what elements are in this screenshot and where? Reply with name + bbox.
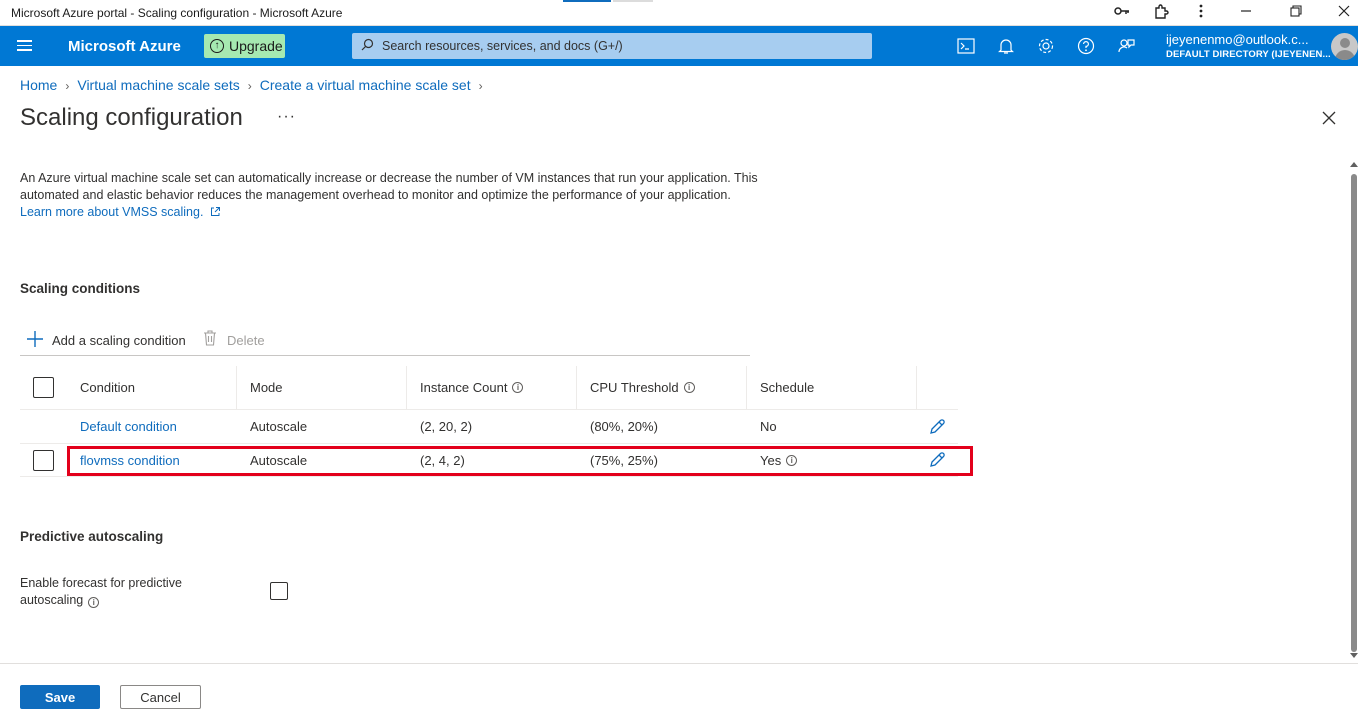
- row-checkbox[interactable]: [33, 449, 54, 471]
- description-body: An Azure virtual machine scale set can a…: [20, 171, 758, 202]
- add-scaling-condition-label: Add a scaling condition: [52, 333, 186, 348]
- delete-label: Delete: [227, 333, 265, 348]
- trash-icon: [204, 330, 216, 346]
- tab-indicator-secondary: [613, 0, 653, 2]
- save-button[interactable]: Save: [20, 685, 100, 709]
- column-header-schedule[interactable]: Schedule: [747, 366, 917, 409]
- search-input[interactable]: [382, 37, 852, 55]
- hamburger-menu-icon[interactable]: [17, 40, 32, 52]
- row-select-cell: [20, 444, 67, 476]
- user-directory: DEFAULT DIRECTORY (IJEYENEN...: [1166, 49, 1331, 60]
- schedule-cell: No: [760, 419, 777, 434]
- chevron-right-icon: ›: [65, 79, 70, 93]
- predictive-autoscaling-title: Predictive autoscaling: [20, 529, 164, 544]
- info-icon[interactable]: i: [512, 382, 524, 393]
- restore-icon[interactable]: [1286, 4, 1306, 22]
- description-text: An Azure virtual machine scale set can a…: [20, 170, 760, 221]
- highlight-box: [67, 446, 973, 476]
- vertical-scrollbar[interactable]: [1348, 160, 1358, 662]
- mode-cell: Autoscale: [250, 419, 308, 434]
- upgrade-label: Upgrade: [229, 38, 283, 54]
- forecast-checkbox[interactable]: [270, 582, 288, 600]
- chevron-right-icon: ›: [247, 79, 252, 93]
- instance-count-cell: (2, 20, 2): [420, 419, 473, 434]
- cancel-button[interactable]: Cancel: [120, 685, 201, 709]
- breadcrumb-create-vmss[interactable]: Create a virtual machine scale set: [260, 77, 471, 93]
- notifications-icon[interactable]: [996, 36, 1016, 56]
- cpu-threshold-cell: (80%, 20%): [590, 419, 658, 434]
- close-window-icon[interactable]: [1334, 4, 1354, 22]
- column-header-condition[interactable]: Condition: [67, 366, 237, 409]
- column-header-instance-count[interactable]: Instance Count i: [407, 366, 577, 409]
- close-blade-icon[interactable]: [1320, 109, 1338, 127]
- more-actions-button[interactable]: ···: [277, 108, 296, 126]
- arrow-up-icon: ↑: [210, 39, 224, 53]
- info-icon[interactable]: i: [88, 597, 100, 608]
- column-header-actions: [917, 366, 958, 409]
- column-header-mode[interactable]: Mode: [237, 366, 407, 409]
- breadcrumb-vmss[interactable]: Virtual machine scale sets: [77, 77, 239, 93]
- azure-top-bar: Microsoft Azure ↑ Upgrade ijeyenenmo@out…: [0, 26, 1358, 66]
- avatar[interactable]: [1331, 33, 1358, 60]
- window-title: Microsoft Azure portal - Scaling configu…: [11, 6, 343, 20]
- breadcrumb-home[interactable]: Home: [20, 77, 57, 93]
- table-row: Default condition Autoscale (2, 20, 2) (…: [20, 410, 958, 444]
- user-email: ijeyenenmo@outlook.c...: [1166, 32, 1309, 47]
- breadcrumb: Home › Virtual machine scale sets › Create a…: [20, 77, 491, 93]
- scrollbar-thumb[interactable]: [1351, 174, 1357, 652]
- plus-icon: [27, 331, 43, 347]
- select-all-cell: [20, 366, 67, 409]
- scroll-up-icon[interactable]: [1350, 162, 1358, 167]
- scroll-down-icon[interactable]: [1350, 653, 1358, 658]
- scaling-conditions-title: Scaling conditions: [20, 281, 141, 296]
- feedback-icon[interactable]: [1116, 36, 1136, 56]
- tab-indicator: [563, 0, 611, 2]
- window-title-bar: Microsoft Azure portal - Scaling configu…: [0, 0, 1358, 26]
- upgrade-button[interactable]: ↑ Upgrade: [204, 34, 285, 58]
- extensions-icon[interactable]: [1151, 4, 1171, 22]
- key-icon[interactable]: [1112, 4, 1132, 22]
- select-all-checkbox[interactable]: [33, 377, 54, 398]
- brand-label[interactable]: Microsoft Azure: [68, 38, 181, 55]
- page-title: Scaling configuration: [20, 104, 243, 131]
- search-box[interactable]: [352, 33, 872, 59]
- command-bar: Add a scaling condition Delete: [20, 326, 750, 356]
- minimize-icon[interactable]: [1236, 4, 1256, 22]
- more-options-icon[interactable]: [1191, 4, 1211, 22]
- help-icon[interactable]: [1076, 36, 1096, 56]
- table-header-row: Condition Mode Instance Count i CPU Thres…: [20, 366, 958, 410]
- edit-pencil-icon[interactable]: [928, 410, 950, 443]
- account-info[interactable]: ijeyenenmo@outlook.c... DEFAULT DIRECTOR…: [1166, 32, 1331, 60]
- search-icon: [361, 38, 374, 51]
- external-link-icon: [210, 207, 220, 216]
- default-condition-link[interactable]: Default condition: [80, 419, 177, 434]
- learn-more-link[interactable]: Learn more about VMSS scaling.: [20, 205, 221, 219]
- chevron-right-icon: ›: [478, 79, 483, 93]
- info-icon[interactable]: i: [683, 382, 695, 393]
- footer: Save Cancel: [0, 663, 1358, 726]
- column-header-cpu-threshold[interactable]: CPU Threshold i: [577, 366, 747, 409]
- settings-icon[interactable]: [1036, 36, 1056, 56]
- forecast-label: Enable forecast for predictive autoscali…: [20, 576, 182, 608]
- condition-cell: Default condition: [67, 410, 237, 443]
- cloud-shell-icon[interactable]: [956, 36, 976, 56]
